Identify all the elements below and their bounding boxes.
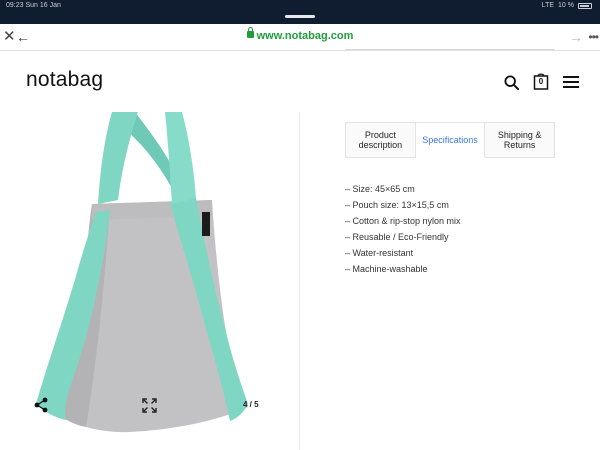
share-icon[interactable] [33, 397, 49, 413]
spec-item: – Cotton & rip-stop nylon mix [345, 216, 461, 226]
network-label: LTE [541, 2, 555, 9]
url-text: www.notabag.com [256, 30, 354, 42]
forward-arrow-icon[interactable]: → [569, 28, 583, 46]
battery-label: 10 % [558, 2, 574, 9]
browser-address-bar: ✕ ← www.notabag.com → ••• [0, 24, 600, 51]
status-bar: 09:23 Sun 16 Jan LTE 10 % [0, 0, 600, 24]
cart-count: 0 [538, 77, 544, 86]
search-icon[interactable] [504, 75, 519, 90]
product-info-tabs: Product description Specifications Shipp… [345, 122, 556, 158]
tab-product-description[interactable]: Product description [345, 122, 416, 158]
cart-button[interactable]: 0 [533, 72, 549, 90]
lock-icon [246, 27, 254, 38]
spec-item: – Water-resistant [345, 248, 414, 258]
spec-item: – Reusable / Eco-Friendly [345, 232, 449, 242]
multitasking-grabber[interactable] [285, 15, 315, 18]
tab-specifications[interactable]: Specifications [415, 122, 486, 158]
spec-item: – Machine-washable [345, 264, 428, 274]
specifications-list: – Size: 45×65 cm – Pouch size: 13×15,5 c… [345, 181, 461, 277]
battery-icon [578, 2, 592, 9]
tab-shipping-returns[interactable]: Shipping & Returns [485, 122, 556, 158]
hamburger-menu-icon[interactable] [563, 76, 579, 88]
status-time: 09:23 Sun 16 Jan [6, 2, 61, 9]
bag-strap-left [98, 112, 138, 204]
fullscreen-expand-icon[interactable] [142, 398, 157, 413]
status-indicators: LTE 10 % [542, 2, 592, 9]
spec-item: – Size: 45×65 cm [345, 184, 415, 194]
spec-item: – Pouch size: 13×15,5 cm [345, 200, 449, 210]
slide-counter: 4 / 5 [243, 400, 259, 409]
more-dots-icon[interactable]: ••• [588, 28, 599, 46]
site-logo[interactable]: notabag [26, 68, 103, 92]
header-divider [345, 49, 555, 50]
bag-label-tag [202, 212, 210, 236]
url-field[interactable]: www.notabag.com [0, 27, 600, 42]
